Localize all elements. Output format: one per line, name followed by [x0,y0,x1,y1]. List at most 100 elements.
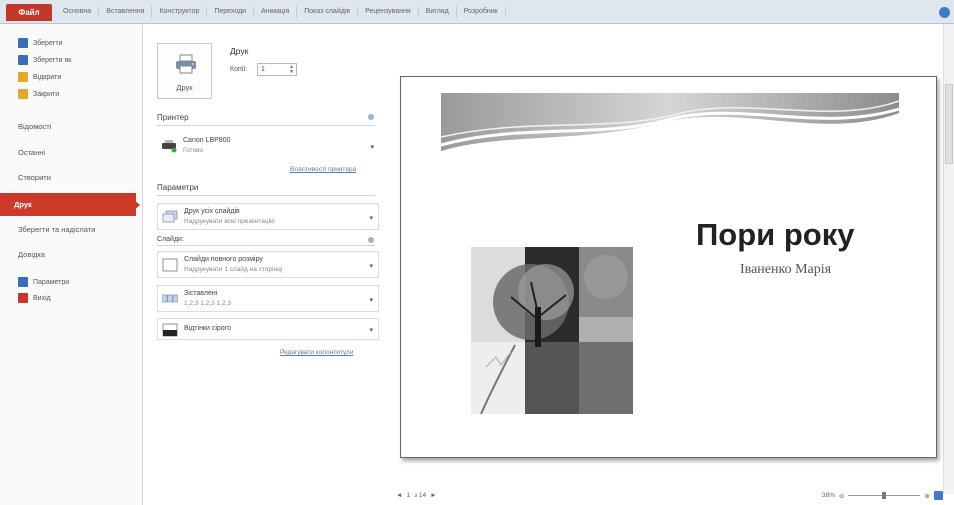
print-range-title: Друк усіх слайдів [184,208,240,215]
backstage-nav: Зберегти Зберегти як Відкрити Закрити Ві… [0,24,143,505]
printer-dropdown[interactable]: Canon LBP800 Готово ▾ [157,133,379,160]
copies-label: Копії: [230,66,248,73]
previous-page-icon[interactable]: ◄ [396,492,402,499]
tab-transitions[interactable]: Переходи [207,6,255,18]
print-heading: Друк [230,46,249,56]
full-page-slide-icon [162,258,178,272]
close-label: Закрити [33,90,60,98]
slide-subtitle: Іваненко Марія [740,262,832,277]
exit-icon [18,293,28,303]
settings-section-title: Параметри [157,183,199,192]
print-range-dropdown[interactable]: Друк усіх слайдів Надрукувати всю презен… [157,203,379,230]
nav-new[interactable]: Створити [18,173,51,182]
options-icon [18,277,28,287]
tab-home[interactable]: Основна [56,6,100,18]
zoom-level[interactable]: 38% [822,492,835,499]
selected-arrow [133,199,140,211]
seasons-photo [471,247,633,414]
options-command[interactable]: Параметри [18,276,69,288]
chevron-down-icon: ▾ [370,144,374,151]
zoom-slider[interactable] [848,492,921,499]
save-command[interactable]: Зберегти [18,37,63,49]
nav-info[interactable]: Відомості [18,122,51,131]
ribbon-tab-bar: Файл Основна Вставлення Конструктор Пере… [0,0,954,24]
section-divider [157,125,375,126]
page-navigator: ◄ 1 з 14 ► [396,492,437,499]
printer-small-icon [162,140,177,153]
info-icon[interactable] [368,114,374,120]
exit-label: Вихід [33,294,51,302]
printer-status: Готово [183,147,204,154]
print-range-desc: Надрукувати всю презентацію [184,218,275,225]
nav-recent[interactable]: Останні [18,148,45,157]
printer-section-title: Принтер [157,113,189,122]
next-page-icon[interactable]: ► [430,492,436,499]
grayscale-icon [162,323,178,337]
print-button[interactable]: Друк [157,43,212,99]
save-as-command[interactable]: Зберегти як [18,54,71,66]
close-file-icon [18,89,28,99]
close-command[interactable]: Закрити [18,88,59,100]
layout-title: Слайди повного розміру [184,256,263,263]
section-divider [157,245,375,246]
page-total: з 14 [414,492,427,499]
tab-view[interactable]: Вигляд [419,6,457,18]
slide-title: Пори року [696,217,855,252]
exit-command[interactable]: Вихід [18,292,51,304]
layout-desc: Надрукувати 1 слайд на сторінці [184,266,283,273]
chevron-down-icon: ▾ [369,297,373,304]
collation-desc: 1,2,3 1,2,3 1,2,3 [184,300,231,307]
edit-header-footer-link[interactable]: Редагувати колонтитули [280,349,353,356]
copies-value: 1 [261,66,265,73]
chevron-down-icon: ▾ [369,327,373,334]
printer-name: Canon LBP800 [183,137,231,144]
tab-insert[interactable]: Вставлення [99,6,153,18]
print-button-label: Друк [176,83,193,92]
open-label: Відкрити [33,73,62,81]
nav-save-send[interactable]: Зберегти та надіслати [18,225,95,234]
scrollbar-thumb[interactable] [945,84,953,164]
zoom-slider-knob[interactable] [882,492,887,499]
help-icon[interactable] [939,7,950,18]
copies-input[interactable]: 1 ▲ ▼ [257,63,297,76]
tab-animations[interactable]: Анімація [254,6,298,18]
slide-wave-decoration [441,93,899,151]
save-icon [18,38,28,48]
save-as-label: Зберегти як [33,56,72,64]
slides-stack-icon [162,210,178,223]
current-page[interactable]: 1 [406,492,410,499]
tab-design[interactable]: Конструктор [152,6,208,18]
collated-icon [162,294,178,303]
tab-developer[interactable]: Розробник [457,6,506,18]
slide-preview: Пори року Іваненко Марія [400,76,937,458]
save-as-icon [18,55,28,65]
zoom-out-icon[interactable]: ⊖ [839,492,844,500]
open-icon [18,72,28,82]
options-label: Параметри [33,278,70,286]
save-label: Зберегти [33,39,63,47]
printer-icon [176,54,196,74]
fit-to-window-icon[interactable] [933,491,943,500]
ribbon-tabs: Основна Вставлення Конструктор Переходи … [56,6,506,18]
tab-slide-show[interactable]: Показ слайдів [297,6,359,18]
info-icon[interactable] [368,237,374,243]
section-divider [157,195,375,196]
nav-help[interactable]: Довідка [18,250,45,259]
copies-spinner[interactable]: ▲ ▼ [288,65,295,75]
nav-print-selected[interactable]: Друк [0,193,136,216]
chevron-down-icon: ▾ [369,215,373,222]
color-title: Відтінки сірого [184,325,231,332]
zoom-control: 38% ⊖ ⊕ [822,491,943,500]
collation-dropdown[interactable]: Зіставлені 1,2,3 1,2,3 1,2,3 ▾ [157,285,379,312]
color-dropdown[interactable]: Відтінки сірого ▾ [157,318,379,340]
open-command[interactable]: Відкрити [18,71,61,83]
chevron-down-icon: ▾ [369,263,373,270]
zoom-in-icon[interactable]: ⊕ [924,492,929,500]
layout-dropdown[interactable]: Слайди повного розміру Надрукувати 1 сла… [157,251,379,278]
file-tab[interactable]: Файл [6,4,52,21]
collation-title: Зіставлені [184,290,218,297]
preview-scrollbar[interactable] [943,24,954,494]
slides-label: Слайди: [157,236,184,243]
tab-review[interactable]: Рецензування [358,6,419,18]
printer-properties-link[interactable]: Властивості принтера [290,166,356,173]
